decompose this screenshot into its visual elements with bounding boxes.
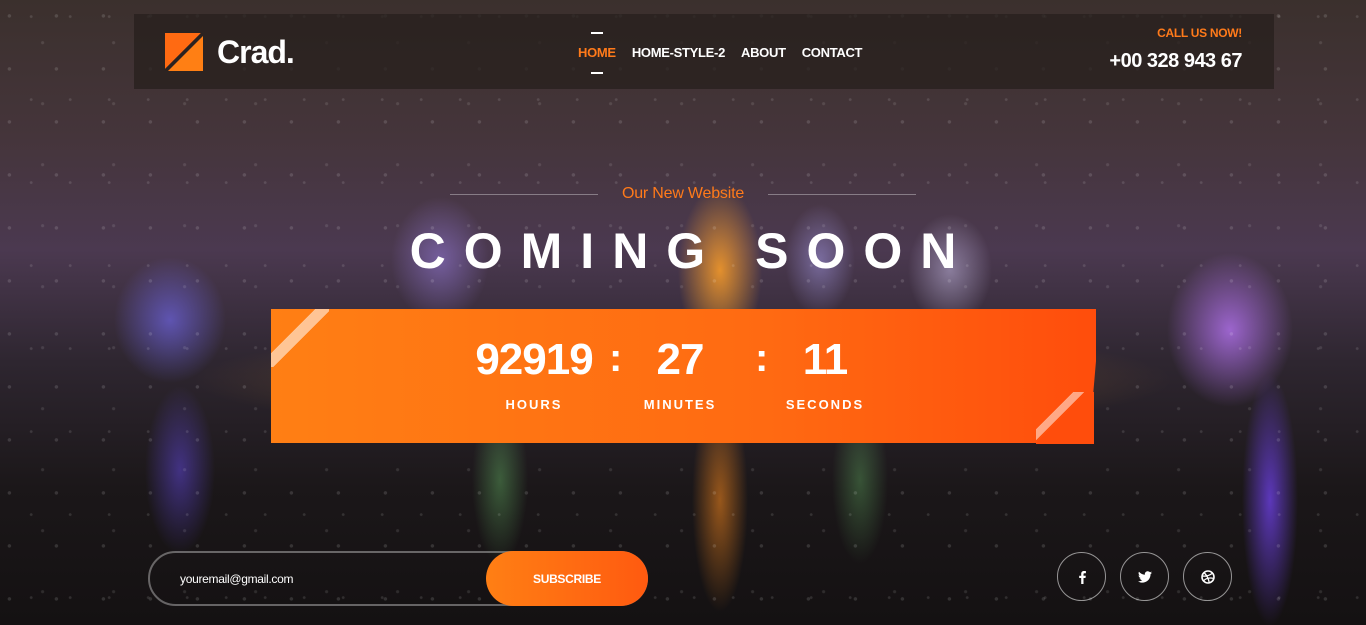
countdown-corner-stripe [271,309,329,367]
nav-item-contact[interactable]: CONTACT [802,45,863,60]
subtitle-row: Our New Website [450,180,916,208]
countdown-seconds-label: SECONDS [785,397,865,412]
hero-title: COMING SOON [409,223,975,279]
countdown-corner-stripe-right [1036,392,1094,444]
main-nav: HOME HOME-STYLE-2 ABOUT CONTACT [578,32,863,74]
logo[interactable]: Crad. [165,33,295,71]
twitter-icon [1137,570,1152,583]
twitter-link[interactable] [1120,552,1169,601]
facebook-icon [1078,570,1086,584]
call-us-block: CALL US NOW! +00 328 943 67 [1109,26,1242,73]
call-us-label: CALL US NOW! [1157,26,1242,40]
countdown-minutes-value: 27 [656,335,705,384]
subtitle-divider-right [768,193,916,195]
countdown-hours-label: HOURS [505,397,563,412]
phone-number[interactable]: +00 328 943 67 [1109,50,1242,73]
site-header: Crad. HOME HOME-STYLE-2 ABOUT CONTACT CA… [134,14,1274,89]
countdown-seconds-value: 11 [802,335,849,384]
nav-item-about[interactable]: ABOUT [741,45,786,60]
dribbble-icon [1200,569,1215,584]
hero-subtitle: Our New Website [621,185,745,202]
countdown-hours-value: 92919 [475,335,593,384]
countdown-seconds: 11 SECONDS [750,333,900,412]
facebook-link[interactable] [1057,552,1106,601]
countdown-hours: 92919 HOURS [459,333,609,412]
dribbble-link[interactable] [1183,552,1232,601]
nav-item-home-style-2[interactable]: HOME-STYLE-2 [632,45,725,60]
subtitle-divider-left [450,193,598,195]
email-input[interactable] [180,568,480,590]
nav-item-home[interactable]: HOME [578,32,616,74]
countdown-minutes-label: MINUTES [643,397,717,412]
countdown-minutes: 27 MINUTES [605,333,755,412]
logo-text: Crad. [217,33,295,70]
subscribe-button[interactable]: SUBSCRIBE [486,551,648,606]
logo-mark-icon [165,33,203,71]
